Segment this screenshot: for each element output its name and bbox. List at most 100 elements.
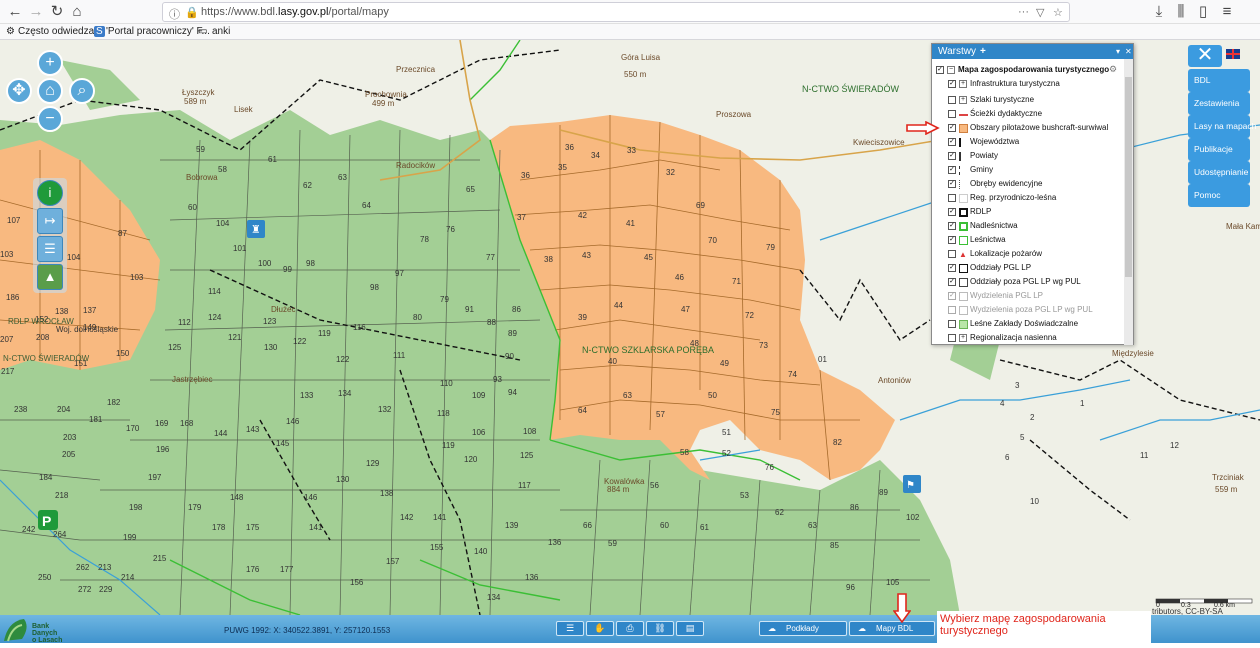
layer-checkbox[interactable] xyxy=(948,96,956,104)
svg-text:884 m: 884 m xyxy=(607,485,630,494)
menu-zestawienia[interactable]: Zestawienia xyxy=(1188,92,1250,115)
close-icon[interactable]: ✕ xyxy=(1125,44,1132,59)
bookmark-anki[interactable]: anki xyxy=(212,26,230,37)
map-attribution[interactable]: tributors, CC-BY-SA xyxy=(1152,607,1223,616)
zoom-extent-icon[interactable]: ⌂ xyxy=(37,78,63,104)
expand-group-icon[interactable]: + xyxy=(959,96,967,104)
svg-text:139: 139 xyxy=(505,521,519,530)
zoom-out-icon[interactable]: − xyxy=(37,106,63,132)
layer-checkbox[interactable]: ✓ xyxy=(948,292,956,300)
database-tool-icon[interactable]: ☰ xyxy=(37,236,63,262)
svg-text:Międzylesie: Międzylesie xyxy=(1112,349,1154,358)
svg-text:91: 91 xyxy=(465,305,474,314)
dashed-boundary-icon xyxy=(959,152,968,161)
layer-checkbox[interactable] xyxy=(948,110,956,118)
podklady-button[interactable]: ☁ Podkłady xyxy=(759,621,847,636)
layer-checkbox[interactable] xyxy=(948,334,956,342)
legend-button[interactable]: ☰ xyxy=(556,621,584,636)
bookmark-star-icon[interactable]: ☆ xyxy=(1053,6,1063,19)
layers-scrollbar[interactable] xyxy=(1124,59,1133,345)
print-tool-button[interactable]: ⎙ xyxy=(616,621,644,636)
hand-tool-button[interactable]: ✋ xyxy=(586,621,614,636)
library-icon[interactable]: ⫼ xyxy=(1172,3,1190,21)
svg-text:104: 104 xyxy=(67,253,81,262)
info-tool-icon[interactable]: i xyxy=(37,180,63,206)
mapy-bdl-button[interactable]: ☁ Mapy BDL xyxy=(849,621,935,636)
layer-checkbox[interactable] xyxy=(948,250,956,258)
menu-udostepnianie[interactable]: Udostępnianie xyxy=(1188,161,1250,184)
download-icon[interactable]: ⤓ xyxy=(1150,3,1168,21)
measure-tool-icon[interactable]: ↦ xyxy=(37,208,63,234)
dashed-boundary-icon xyxy=(959,138,968,147)
svg-text:118: 118 xyxy=(437,409,450,418)
menu-bdl[interactable]: BDL xyxy=(1188,69,1250,92)
layer-checkbox[interactable]: ✓ xyxy=(948,124,956,132)
layer-checkbox[interactable]: ✓ xyxy=(948,236,956,244)
layer-label: Gminy xyxy=(970,165,994,174)
home-icon[interactable]: ⌂ xyxy=(68,3,86,21)
layer-checkbox[interactable]: ✓ xyxy=(948,208,956,216)
menu-publikacje[interactable]: Publikacje xyxy=(1188,138,1250,161)
settings-icon[interactable]: ⚙ xyxy=(1109,64,1117,75)
layer-checkbox[interactable] xyxy=(948,194,956,202)
mapy-bdl-label: Mapy BDL xyxy=(876,624,914,633)
menu-icon[interactable]: ≡ xyxy=(1218,3,1236,21)
info-icon[interactable]: ⓘ xyxy=(169,6,180,22)
more-icon[interactable]: ··· xyxy=(1018,6,1029,18)
zoom-in-icon[interactable]: + xyxy=(37,50,63,76)
english-flag-icon[interactable] xyxy=(1226,49,1240,59)
svg-text:34: 34 xyxy=(591,151,600,160)
svg-text:116: 116 xyxy=(353,323,366,332)
expand-group-icon[interactable]: + xyxy=(959,80,967,88)
url-text[interactable]: https://www.bdl.lasy.gov.pl/portal/mapy xyxy=(201,6,389,18)
reload-icon[interactable]: ↻ xyxy=(48,3,66,21)
layer-checkbox[interactable]: ✓ xyxy=(948,152,956,160)
layer-checkbox[interactable]: ✓ xyxy=(948,80,956,88)
layer-checkbox[interactable]: ✓ xyxy=(948,222,956,230)
expand-group-icon[interactable]: + xyxy=(959,334,967,342)
menu-lasy-na-mapach[interactable]: Lasy na mapach xyxy=(1188,115,1256,138)
layer-checkbox[interactable]: ✓ xyxy=(948,138,956,146)
layer-checkbox[interactable] xyxy=(948,306,956,314)
bdl-logo: Bank Danych o Lasach xyxy=(2,617,68,644)
svg-text:120: 120 xyxy=(464,455,478,464)
collapse-group-icon[interactable]: − xyxy=(947,66,955,74)
instruction-callout: Wybierz mapę zagospodarowania turystyczn… xyxy=(937,611,1151,643)
bookmark-frequent[interactable]: Często odwiedzane xyxy=(18,26,105,37)
map-layer-tool-icon[interactable]: ▲ xyxy=(37,264,63,290)
svg-text:01: 01 xyxy=(818,355,827,364)
add-layer-button[interactable]: + xyxy=(980,46,986,57)
back-icon[interactable]: ← xyxy=(6,3,24,21)
layers-header[interactable]: Warstwy + ▾ ✕ xyxy=(932,44,1133,59)
svg-text:123: 123 xyxy=(263,317,277,326)
folder-icon: ▭ xyxy=(198,26,208,37)
layer-checkbox[interactable]: ✓ xyxy=(948,166,956,174)
svg-text:Woj. dolnośląskie: Woj. dolnośląskie xyxy=(56,325,119,334)
layer-checkbox[interactable]: ✓ xyxy=(948,278,956,286)
bookmark-portal[interactable]: 'Portal pracowniczy' F... xyxy=(106,26,210,37)
svg-text:170: 170 xyxy=(126,424,140,433)
layer-label: Reg. przyrodniczo-leśna xyxy=(970,193,1057,202)
forward-icon[interactable]: → xyxy=(27,3,45,21)
pan-icon[interactable]: ✥ xyxy=(6,78,32,104)
layer-checkbox[interactable]: ✓ xyxy=(948,180,956,188)
sidebar-icon[interactable]: ▯ xyxy=(1194,3,1212,21)
menu-pomoc[interactable]: Pomoc xyxy=(1188,184,1250,207)
layer-label: Infrastruktura turystyczna xyxy=(970,79,1060,88)
scroll-thumb[interactable] xyxy=(1125,77,1132,277)
layer-checkbox[interactable] xyxy=(948,320,956,328)
layer-checkbox[interactable]: ✓ xyxy=(948,264,956,272)
link-tool-button[interactable]: ⛓ xyxy=(646,621,674,636)
layers-tool-button[interactable]: ▤ xyxy=(676,621,704,636)
url-bar[interactable]: ⓘ 🔒 https://www.bdl.lasy.gov.pl/portal/m… xyxy=(162,2,1070,22)
collapse-icon[interactable]: ▾ xyxy=(1116,44,1120,59)
svg-text:117: 117 xyxy=(518,481,531,490)
layer-checkbox[interactable]: ✓ xyxy=(936,66,944,74)
svg-text:196: 196 xyxy=(156,445,170,454)
zoom-box-icon[interactable]: ⌕ xyxy=(69,78,95,104)
layer-label: Leśnictwa xyxy=(970,235,1006,244)
pocket-icon[interactable]: ▽ xyxy=(1036,6,1044,19)
svg-text:2: 2 xyxy=(1030,413,1035,422)
close-menu-button[interactable]: ✕ xyxy=(1188,45,1222,67)
svg-text:58: 58 xyxy=(218,165,227,174)
